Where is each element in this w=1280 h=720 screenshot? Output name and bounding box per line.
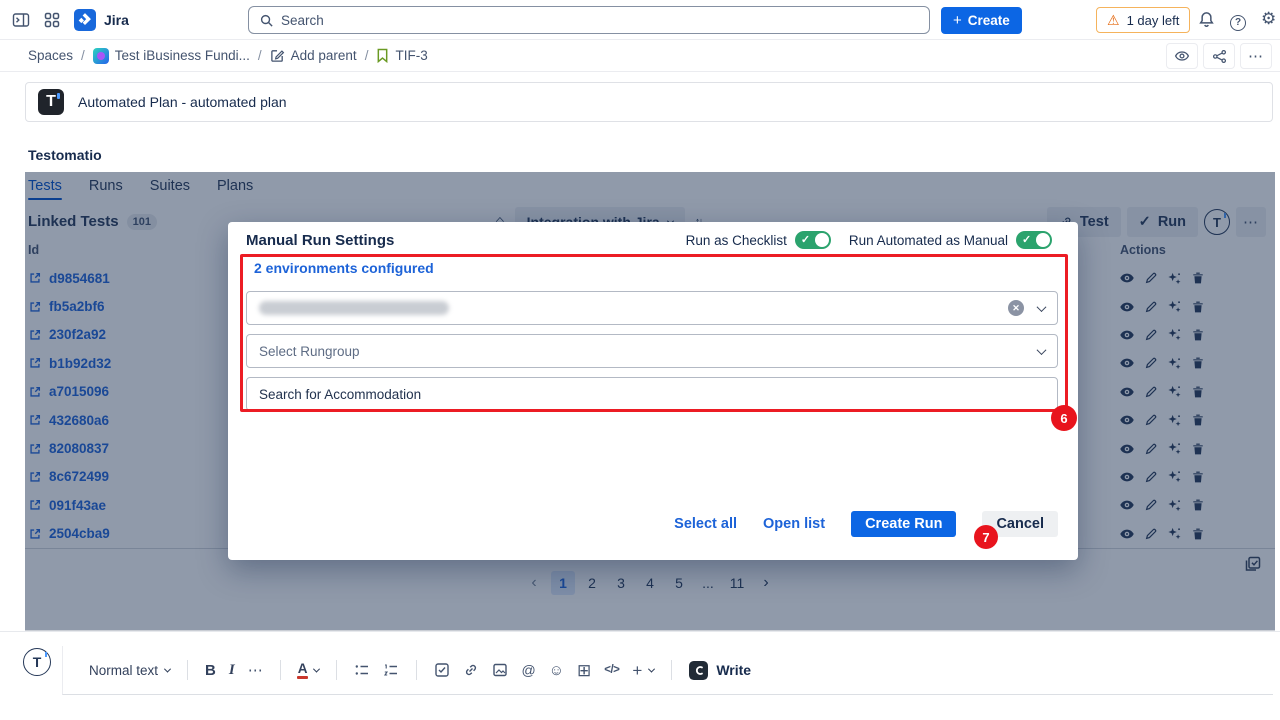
environments-link[interactable]: 2 environments configured [254, 260, 434, 276]
automated-plan-banner[interactable]: T Automated Plan - automated plan [25, 82, 1273, 122]
settings-icon[interactable]: ⚙ [1261, 10, 1276, 27]
emoji-icon[interactable]: ☺ [549, 663, 564, 678]
ai-write-icon [689, 661, 708, 680]
notifications-icon[interactable] [1198, 11, 1215, 28]
breadcrumb-issue[interactable]: TIF-3 [376, 48, 427, 63]
select-all-link[interactable]: Select all [674, 516, 737, 532]
modal-title: Manual Run Settings [246, 232, 394, 249]
editor-toolbar: Normal text B I ⋯ A @ ☺ ⊞ </> + Write [62, 646, 1273, 695]
image-icon[interactable] [492, 662, 508, 678]
bold-icon[interactable]: B [205, 662, 216, 679]
testomatio-editor-icon: T [23, 648, 51, 676]
warning-icon: ⚠ [1107, 13, 1120, 27]
help-icon[interactable]: ? [1230, 12, 1246, 31]
trial-badge[interactable]: ⚠ 1 day left [1096, 7, 1190, 33]
ai-write-button[interactable]: Write [689, 661, 751, 680]
numbered-list-icon[interactable] [383, 662, 399, 678]
task-list-icon[interactable] [434, 662, 450, 678]
manual-run-settings-modal: Manual Run Settings Run as Checklist ✓ R… [228, 222, 1078, 560]
breadcrumb: Spaces / Test iBusiness Fundi... / Add p… [0, 40, 1280, 72]
chevron-down-icon[interactable] [1037, 345, 1047, 355]
annotation-step-6: 6 [1051, 405, 1077, 431]
run-automated-as-manual-toggle[interactable]: ✓ [1016, 231, 1052, 249]
redacted-value [259, 301, 449, 315]
app-switcher-icon[interactable] [44, 12, 60, 28]
run-automated-as-manual-label: Run Automated as Manual [849, 233, 1008, 248]
text-color-icon: A [298, 661, 308, 679]
edit-icon [270, 48, 285, 63]
search-tests-input[interactable]: Search for Accommodation [246, 377, 1058, 411]
clear-icon[interactable]: ✕ [1008, 300, 1024, 316]
sidebar-toggle-icon[interactable] [12, 12, 30, 28]
create-button[interactable]: + Create [941, 7, 1022, 34]
text-color-dropdown[interactable]: A [298, 661, 320, 679]
code-icon[interactable]: </> [604, 664, 619, 676]
breadcrumb-space[interactable]: Test iBusiness Fundi... [93, 48, 250, 64]
link-icon[interactable] [463, 662, 479, 678]
chevron-down-icon [164, 665, 171, 672]
mention-icon[interactable]: @ [521, 663, 535, 677]
text-style-dropdown[interactable]: Normal text [89, 663, 170, 678]
share-button[interactable] [1203, 43, 1235, 69]
watch-button[interactable] [1166, 43, 1198, 69]
testomatio-logo-icon: T [38, 89, 64, 115]
italic-icon[interactable]: I [229, 662, 235, 679]
more-button[interactable]: ⋯ [1240, 43, 1272, 69]
more-formatting-icon[interactable]: ⋯ [248, 663, 263, 678]
open-list-link[interactable]: Open list [763, 516, 825, 532]
widget-title: Testomatio [28, 147, 102, 163]
space-avatar [93, 48, 109, 64]
plus-icon: + [632, 662, 642, 679]
bullet-list-icon[interactable] [354, 662, 370, 678]
plus-icon: + [953, 12, 962, 29]
annotation-step-7: 7 [974, 525, 998, 549]
app-name[interactable]: Jira [104, 12, 129, 28]
top-nav: Jira Search + Create ⚠ 1 day left ? ⚙ [0, 0, 1280, 40]
jira-logo-icon[interactable] [74, 9, 96, 31]
create-run-button[interactable]: Create Run [851, 511, 956, 537]
rungroup-select[interactable]: Select Rungroup [246, 334, 1058, 368]
breadcrumb-spaces[interactable]: Spaces [28, 48, 73, 63]
environment-select[interactable]: ✕ [246, 291, 1058, 325]
chevron-down-icon[interactable] [1037, 302, 1047, 312]
insert-dropdown[interactable]: + [632, 662, 654, 679]
run-as-checklist-toggle[interactable]: ✓ [795, 231, 831, 249]
bookmark-icon [376, 48, 389, 63]
table-icon[interactable]: ⊞ [577, 662, 591, 679]
chevron-down-icon [648, 665, 655, 672]
search-placeholder: Search [281, 13, 324, 28]
search-icon [259, 13, 274, 28]
section-divider [0, 631, 1280, 632]
plan-title: Automated Plan - automated plan [78, 94, 287, 110]
run-as-checklist-label: Run as Checklist [686, 233, 787, 248]
add-parent-button[interactable]: Add parent [270, 48, 357, 63]
search-input[interactable]: Search [248, 6, 930, 34]
chevron-down-icon [313, 665, 320, 672]
